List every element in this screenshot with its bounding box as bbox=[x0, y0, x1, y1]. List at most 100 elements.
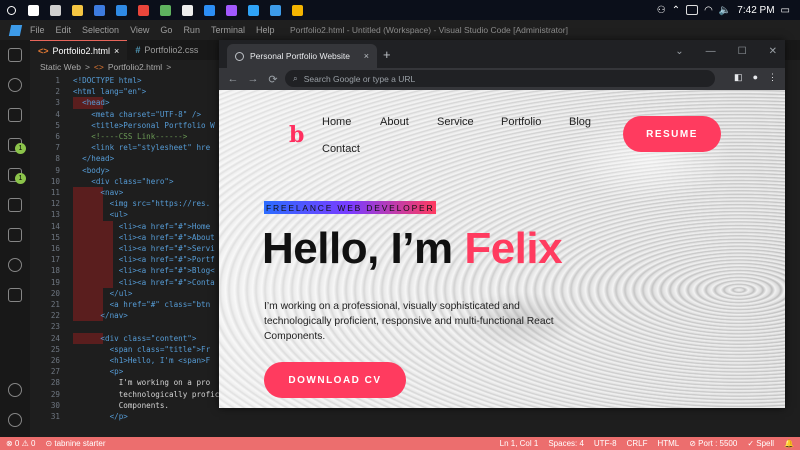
close-icon[interactable]: × bbox=[114, 46, 119, 56]
status-item[interactable]: Ln 1, Col 1 bbox=[500, 439, 539, 448]
menu-item-selection[interactable]: Selection bbox=[82, 25, 119, 35]
status-item[interactable]: 🔔 bbox=[784, 439, 794, 448]
nav-link-about[interactable]: About bbox=[380, 116, 409, 128]
minimize-button[interactable]: — bbox=[706, 46, 716, 57]
extensions-icon[interactable]: 1 bbox=[0, 160, 30, 190]
search-icon[interactable] bbox=[0, 70, 30, 100]
battery-icon[interactable] bbox=[686, 5, 699, 15]
menu-item-help[interactable]: Help bbox=[256, 25, 275, 35]
run-debug-icon[interactable]: 1 bbox=[0, 130, 30, 160]
remote-explorer-icon[interactable] bbox=[0, 220, 30, 250]
breadcrumb-file[interactable]: Portfolio2.html bbox=[108, 62, 162, 72]
tab-portfolio2-html[interactable]: <> Portfolio2.html × bbox=[30, 40, 128, 60]
side-panel-icon[interactable]: ◧ bbox=[734, 72, 743, 83]
wifi-icon[interactable]: ◠ bbox=[704, 5, 713, 16]
menu-item-terminal[interactable]: Terminal bbox=[211, 25, 245, 35]
code-text: <p> bbox=[73, 367, 124, 377]
chevron-up-icon[interactable]: ⌃ bbox=[672, 5, 680, 16]
new-tab-button[interactable]: + bbox=[383, 47, 391, 62]
close-tab-icon[interactable]: × bbox=[364, 51, 369, 61]
menu-item-run[interactable]: Run bbox=[183, 25, 200, 35]
resume-button[interactable]: RESUME bbox=[623, 116, 721, 152]
vscode-icon[interactable] bbox=[264, 0, 286, 20]
discord-icon[interactable] bbox=[176, 0, 198, 20]
maximize-button[interactable]: ☐ bbox=[738, 46, 747, 57]
breadcrumb-folder[interactable]: Static Web bbox=[40, 62, 81, 72]
code-text: <li><a href="#">Blog< bbox=[73, 266, 215, 276]
accounts-icon[interactable] bbox=[0, 375, 30, 405]
nav-link-service[interactable]: Service bbox=[437, 116, 474, 128]
people-icon[interactable]: ⚇ bbox=[657, 5, 666, 16]
site-logo[interactable]: b bbox=[289, 122, 304, 148]
photoshop-icon[interactable] bbox=[242, 0, 264, 20]
problems-indicator[interactable]: ⊗ 0 ⚠ 0 bbox=[6, 439, 35, 448]
chrome-window: Personal Portfolio Website × + ⌄ — ☐ ✕ ←… bbox=[219, 40, 785, 408]
mail-icon[interactable] bbox=[110, 0, 132, 20]
chrome-icon[interactable] bbox=[132, 0, 154, 20]
app-icon[interactable] bbox=[154, 0, 176, 20]
vscode-menu: File Edit Selection View Go Run Terminal Help bbox=[30, 25, 285, 35]
tabnine-status[interactable]: ⊙ tabnine starter bbox=[45, 439, 105, 448]
code-text: <li><a href="#">About bbox=[73, 232, 215, 242]
menu-item-file[interactable]: File bbox=[30, 25, 45, 35]
close-window-button[interactable]: ✕ bbox=[769, 46, 777, 57]
more-menu-icon[interactable]: ⋮ bbox=[768, 72, 777, 83]
line-number: 24 bbox=[50, 333, 60, 343]
status-item[interactable]: HTML bbox=[657, 439, 679, 448]
chrome-icon-2[interactable] bbox=[286, 0, 308, 20]
line-number: 10 bbox=[50, 176, 60, 186]
badge: 1 bbox=[15, 143, 26, 154]
browser-tab[interactable]: Personal Portfolio Website × bbox=[227, 44, 377, 68]
nav-link-blog[interactable]: Blog bbox=[569, 116, 591, 128]
settings-gear-icon[interactable] bbox=[0, 405, 30, 435]
code-line[interactable]: 31 </p> bbox=[30, 411, 800, 422]
task-view-icon[interactable] bbox=[44, 0, 66, 20]
line-number: 29 bbox=[50, 389, 60, 399]
search-icon[interactable] bbox=[0, 0, 22, 20]
figma-icon[interactable] bbox=[220, 0, 242, 20]
testing-icon[interactable] bbox=[0, 190, 30, 220]
menu-item-edit[interactable]: Edit bbox=[56, 25, 72, 35]
hero-heading-text: Hello, I’m bbox=[262, 224, 465, 273]
tab-search-icon[interactable]: ⌄ bbox=[675, 46, 683, 57]
status-item[interactable]: UTF-8 bbox=[594, 439, 617, 448]
toolbar-actions: ◧ ● ⋮ bbox=[734, 72, 777, 83]
profile-icon[interactable]: ● bbox=[753, 72, 758, 83]
source-control-icon[interactable] bbox=[0, 100, 30, 130]
hero-description: I’m working on a professional, visually … bbox=[264, 301, 554, 342]
hero-name: Felix bbox=[464, 224, 563, 273]
taskbar-icons bbox=[0, 0, 308, 20]
volume-icon[interactable]: 🔈 bbox=[719, 5, 731, 16]
notification-icon[interactable]: ▭ bbox=[781, 5, 790, 16]
globe-icon bbox=[235, 51, 244, 61]
explorer-icon[interactable] bbox=[0, 40, 30, 70]
menu-item-go[interactable]: Go bbox=[160, 25, 172, 35]
line-number: 22 bbox=[50, 311, 60, 321]
status-item[interactable]: ✓ Spell bbox=[747, 439, 774, 448]
clock-time[interactable]: 7:42 PM bbox=[737, 5, 774, 16]
line-number: 16 bbox=[50, 244, 60, 253]
forward-icon[interactable]: → bbox=[243, 73, 263, 85]
reload-icon[interactable]: ⟳ bbox=[263, 73, 283, 86]
line-number: 25 bbox=[50, 344, 60, 354]
store-icon[interactable] bbox=[88, 0, 110, 20]
nav-link-home[interactable]: Home bbox=[322, 116, 351, 128]
menu-item-view[interactable]: View bbox=[130, 25, 149, 35]
extension-icon[interactable] bbox=[0, 280, 30, 310]
status-item[interactable]: CRLF bbox=[627, 439, 648, 448]
address-bar[interactable]: ⌕ Search Google or type a URL bbox=[285, 70, 715, 87]
download-cv-button[interactable]: DOWNLOAD CV bbox=[264, 362, 406, 398]
file-explorer-icon[interactable] bbox=[66, 0, 88, 20]
nav-link-portfolio[interactable]: Portfolio bbox=[501, 116, 541, 128]
back-icon[interactable]: ← bbox=[223, 73, 243, 85]
hero-subtitle: FREELANCE WEB DEVELOPER bbox=[264, 201, 437, 214]
edge-devtools-icon[interactable] bbox=[0, 250, 30, 280]
tab-portfolio2-css[interactable]: # Portfolio2.css bbox=[127, 40, 206, 60]
windows-start-icon[interactable] bbox=[22, 0, 44, 20]
status-item[interactable]: Spaces: 4 bbox=[548, 439, 584, 448]
nav-link-contact[interactable]: Contact bbox=[322, 143, 360, 155]
status-item[interactable]: ⊘ Port : 5500 bbox=[689, 439, 737, 448]
photos-icon[interactable] bbox=[198, 0, 220, 20]
tab-label: Portfolio2.html bbox=[52, 45, 111, 56]
code-text: <li><a href="#">Portf bbox=[73, 255, 215, 265]
